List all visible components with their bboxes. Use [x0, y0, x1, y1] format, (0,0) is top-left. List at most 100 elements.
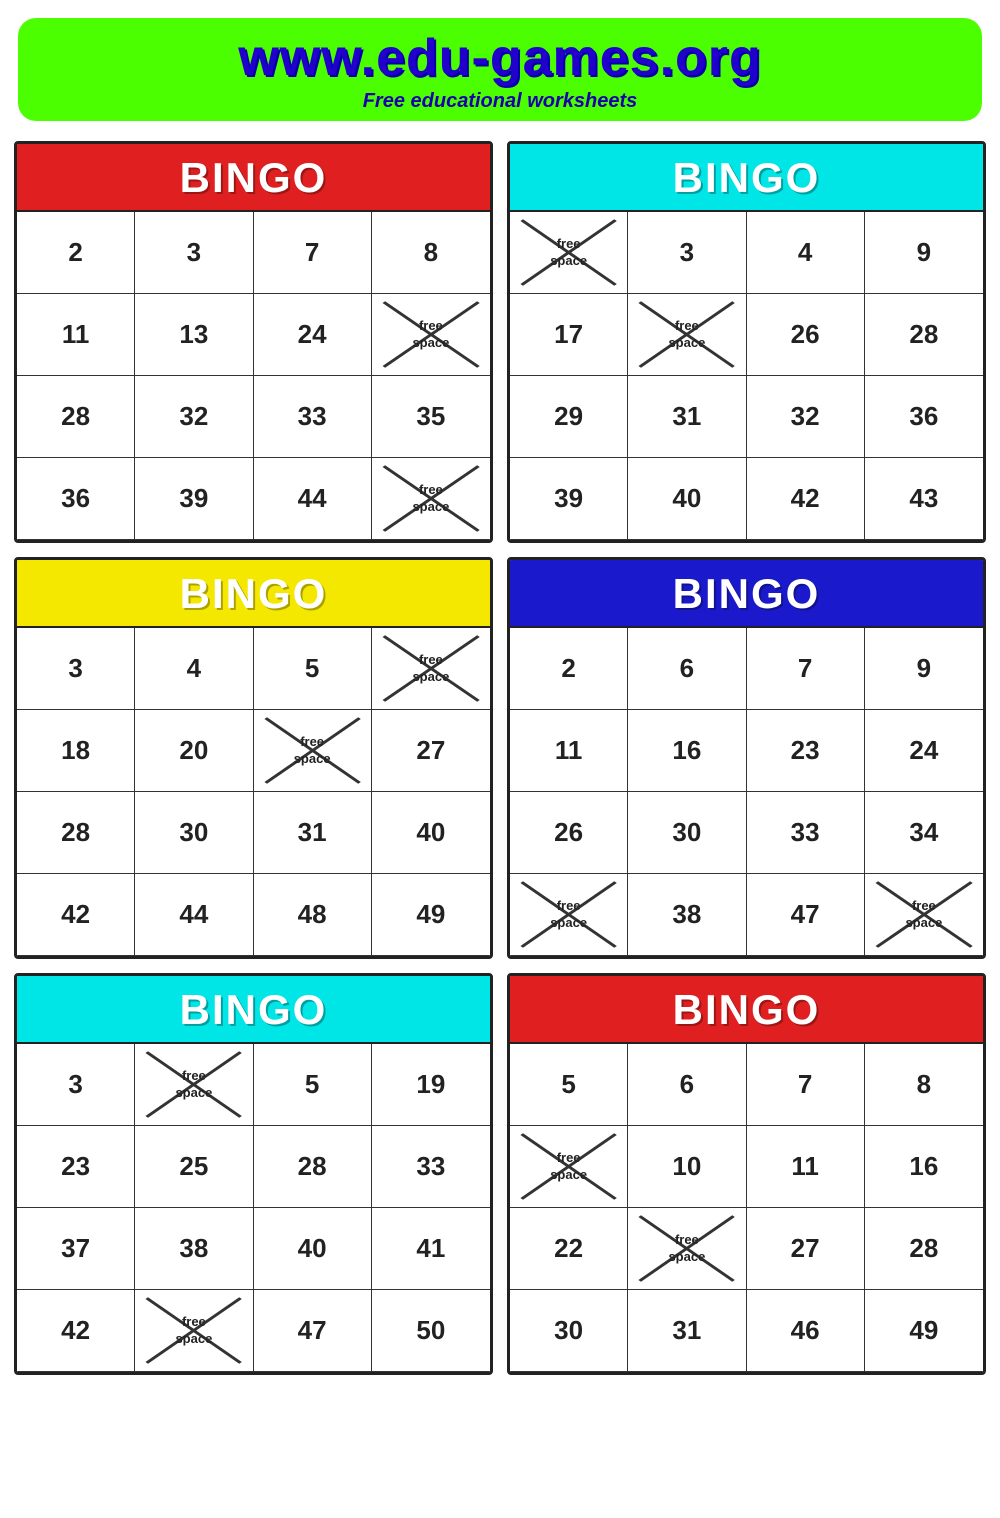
number-cell: 22 — [510, 1208, 628, 1290]
number-cell: 18 — [17, 710, 135, 792]
number-cell: 9 — [865, 212, 983, 294]
number-cell: 40 — [628, 458, 746, 540]
number-cell: 29 — [510, 376, 628, 458]
free-space-text: free space — [175, 1314, 212, 1347]
number-cell: 50 — [372, 1290, 490, 1372]
site-url: www.edu-games.org — [28, 28, 972, 88]
number-cell: 33 — [254, 376, 372, 458]
number-cell: 40 — [254, 1208, 372, 1290]
bingo-header: BINGO — [510, 560, 983, 626]
site-subtitle: Free educational worksheets — [28, 90, 972, 113]
free-space-cell: free space — [628, 1208, 746, 1290]
free-space-text: free space — [550, 1150, 587, 1183]
free-space-text: free space — [668, 318, 705, 351]
free-space-text: free space — [294, 734, 331, 767]
number-cell: 5 — [254, 1044, 372, 1126]
number-cell: 28 — [17, 376, 135, 458]
number-cell: 33 — [372, 1126, 490, 1208]
number-cell: 16 — [865, 1126, 983, 1208]
number-cell: 35 — [372, 376, 490, 458]
bingo-grid: free space34917 free space26282931323639… — [510, 210, 983, 540]
bingo-board-3: BINGO345 free space1820 free space272830… — [14, 557, 493, 959]
number-cell: 7 — [747, 1044, 865, 1126]
number-cell: 11 — [17, 294, 135, 376]
number-cell: 10 — [628, 1126, 746, 1208]
number-cell: 7 — [254, 212, 372, 294]
bingo-header: BINGO — [510, 976, 983, 1042]
number-cell: 7 — [747, 628, 865, 710]
number-cell: 16 — [628, 710, 746, 792]
free-space-cell: free space — [628, 294, 746, 376]
free-space-cell: free space — [372, 458, 490, 540]
number-cell: 8 — [372, 212, 490, 294]
number-cell: 28 — [865, 294, 983, 376]
number-cell: 27 — [372, 710, 490, 792]
number-cell: 24 — [865, 710, 983, 792]
free-space-text: free space — [668, 1232, 705, 1265]
number-cell: 32 — [135, 376, 253, 458]
number-cell: 2 — [17, 212, 135, 294]
number-cell: 20 — [135, 710, 253, 792]
bingo-header: BINGO — [17, 976, 490, 1042]
number-cell: 4 — [135, 628, 253, 710]
number-cell: 8 — [865, 1044, 983, 1126]
site-header: www.edu-games.org Free educational works… — [18, 18, 982, 121]
bingo-grid: 3 free space519232528333738404142 free s… — [17, 1042, 490, 1372]
number-cell: 3 — [135, 212, 253, 294]
free-space-cell: free space — [510, 874, 628, 956]
number-cell: 31 — [628, 376, 746, 458]
number-cell: 47 — [254, 1290, 372, 1372]
bingo-header: BINGO — [17, 560, 490, 626]
number-cell: 49 — [372, 874, 490, 956]
number-cell: 44 — [254, 458, 372, 540]
bingo-header: BINGO — [17, 144, 490, 210]
number-cell: 11 — [510, 710, 628, 792]
number-cell: 2 — [510, 628, 628, 710]
number-cell: 13 — [135, 294, 253, 376]
number-cell: 3 — [628, 212, 746, 294]
number-cell: 33 — [747, 792, 865, 874]
number-cell: 28 — [254, 1126, 372, 1208]
bingo-board-5: BINGO3 free space519232528333738404142 f… — [14, 973, 493, 1375]
number-cell: 25 — [135, 1126, 253, 1208]
number-cell: 37 — [17, 1208, 135, 1290]
number-cell: 43 — [865, 458, 983, 540]
free-space-cell: free space — [135, 1044, 253, 1126]
number-cell: 17 — [510, 294, 628, 376]
bingo-grid: 2378111324 free space28323335363944 free… — [17, 210, 490, 540]
bingo-board-2: BINGO free space34917 free space26282931… — [507, 141, 986, 543]
bingo-board-1: BINGO2378111324 free space28323335363944… — [14, 141, 493, 543]
number-cell: 48 — [254, 874, 372, 956]
free-space-text: free space — [550, 898, 587, 931]
number-cell: 26 — [510, 792, 628, 874]
number-cell: 38 — [135, 1208, 253, 1290]
free-space-cell: free space — [865, 874, 983, 956]
number-cell: 28 — [17, 792, 135, 874]
number-cell: 34 — [865, 792, 983, 874]
number-cell: 4 — [747, 212, 865, 294]
number-cell: 9 — [865, 628, 983, 710]
number-cell: 11 — [747, 1126, 865, 1208]
number-cell: 27 — [747, 1208, 865, 1290]
number-cell: 5 — [510, 1044, 628, 1126]
free-space-text: free space — [905, 898, 942, 931]
bingo-header: BINGO — [510, 144, 983, 210]
number-cell: 26 — [747, 294, 865, 376]
free-space-text: free space — [175, 1068, 212, 1101]
number-cell: 46 — [747, 1290, 865, 1372]
free-space-cell: free space — [372, 628, 490, 710]
number-cell: 3 — [17, 628, 135, 710]
free-space-cell: free space — [510, 212, 628, 294]
number-cell: 24 — [254, 294, 372, 376]
number-cell: 31 — [254, 792, 372, 874]
free-space-cell: free space — [135, 1290, 253, 1372]
bingo-grid: 5678 free space10111622 free space272830… — [510, 1042, 983, 1372]
number-cell: 30 — [135, 792, 253, 874]
free-space-text: free space — [412, 482, 449, 515]
number-cell: 47 — [747, 874, 865, 956]
bingo-grid: 26791116232426303334 free space3847 free… — [510, 626, 983, 956]
boards-container: BINGO2378111324 free space28323335363944… — [0, 131, 1000, 1389]
number-cell: 38 — [628, 874, 746, 956]
bingo-board-4: BINGO26791116232426303334 free space3847… — [507, 557, 986, 959]
number-cell: 36 — [865, 376, 983, 458]
